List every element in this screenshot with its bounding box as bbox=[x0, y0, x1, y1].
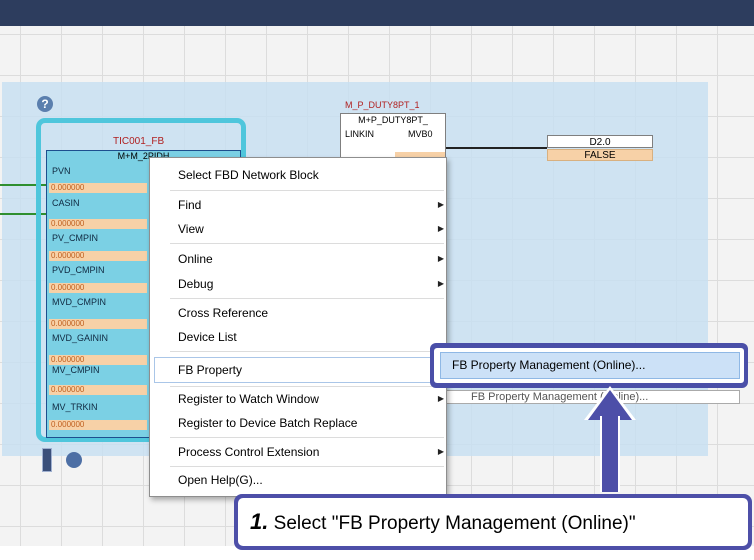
fb-instance-name: TIC001_FB bbox=[113, 136, 165, 147]
menu-item-label: View bbox=[178, 222, 204, 236]
menu-item-label: Debug bbox=[178, 277, 214, 291]
menu-separator bbox=[170, 298, 444, 299]
fb-pin-value: 0.000000 bbox=[49, 251, 147, 261]
submenu-arrow-icon: ▶ bbox=[437, 394, 444, 403]
fb-pin-value: 0.000000 bbox=[49, 319, 147, 329]
menu-item-label: Device List bbox=[178, 330, 237, 344]
menu-item-select-fbd-network-block[interactable]: Select FBD Network Block bbox=[178, 166, 438, 184]
submenu-arrow-icon: ▶ bbox=[437, 447, 444, 456]
instruction-text: 1. Select "FB Property Management (Onlin… bbox=[238, 498, 748, 546]
menu-item-label: Register to Watch Window bbox=[178, 392, 319, 406]
fb-pin-label: MVD_GAININ bbox=[52, 333, 109, 343]
fb-pin-label: MV_CMPIN bbox=[52, 365, 100, 375]
submenu-arrow-icon: ▶ bbox=[437, 254, 444, 263]
menu-item-find[interactable]: Find ▶ bbox=[178, 196, 444, 214]
output-wire bbox=[446, 147, 547, 149]
menu-item-register-to-watch-window[interactable]: Register to Watch Window ▶ bbox=[178, 390, 444, 408]
menu-separator bbox=[170, 437, 444, 438]
menu-item-label: Open Help(G)... bbox=[178, 473, 263, 487]
menu-separator bbox=[170, 351, 444, 352]
context-menu: Select FBD Network Block Find ▶ View ▶ Onl… bbox=[149, 157, 447, 497]
fb-pin-label: PV_CMPIN bbox=[52, 233, 99, 243]
gauge-icon[interactable] bbox=[66, 452, 83, 468]
fb2-type-name: M+P_DUTY8PT_ bbox=[358, 115, 428, 125]
fb-pin-label: MVD_CMPIN bbox=[52, 297, 107, 307]
fb-pin-label: PVD_CMPIN bbox=[52, 265, 105, 275]
menu-separator bbox=[170, 386, 444, 387]
submenu-arrow-icon: ▶ bbox=[437, 200, 444, 209]
submenu-arrow-icon: ▶ bbox=[437, 224, 444, 233]
fb-pin-label: CASIN bbox=[52, 198, 80, 208]
output-variable[interactable]: D2.0 bbox=[547, 135, 653, 148]
submenu-item-label: FB Property Management (Online)... bbox=[452, 358, 646, 372]
output-value: FALSE bbox=[547, 149, 653, 161]
menu-separator bbox=[170, 243, 444, 244]
menu-item-debug[interactable]: Debug ▶ bbox=[178, 275, 444, 293]
fb2-input-pin: LINKIN bbox=[345, 129, 375, 139]
fb-pin-label: PVN bbox=[52, 166, 71, 176]
menu-item-register-to-device-batch-replace[interactable]: Register to Device Batch Replace bbox=[178, 414, 438, 432]
menu-item-view[interactable]: View ▶ bbox=[178, 220, 444, 238]
menu-item-label: FB Property bbox=[178, 363, 243, 377]
menu-item-process-control-extension[interactable]: Process Control Extension ▶ bbox=[178, 443, 444, 461]
menu-item-online[interactable]: Online ▶ bbox=[178, 250, 444, 268]
fb-pin-value: 0.000000 bbox=[49, 283, 147, 293]
chart-icon[interactable] bbox=[42, 448, 52, 472]
menu-item-label: Cross Reference bbox=[178, 306, 269, 320]
menu-item-cross-reference[interactable]: Cross Reference bbox=[178, 304, 438, 322]
step-number: 1. bbox=[250, 509, 269, 534]
fb-pin-value: 0.000000 bbox=[49, 183, 147, 193]
fb2-instance-name: M_P_DUTY8PT_1 bbox=[345, 100, 420, 110]
menu-item-label: Register to Device Batch Replace bbox=[178, 416, 358, 430]
menu-item-label: Find bbox=[178, 198, 202, 212]
menu-item-device-list[interactable]: Device List bbox=[178, 328, 438, 346]
help-icon[interactable]: ? bbox=[37, 96, 53, 112]
menu-item-open-help[interactable]: Open Help(G)... bbox=[178, 471, 438, 489]
fb2-output-pin: MVB0 bbox=[408, 129, 433, 139]
callout-arrow-shaft bbox=[600, 416, 620, 492]
submenu-arrow-icon: ▶ bbox=[437, 279, 444, 288]
menu-separator bbox=[170, 466, 444, 467]
menu-item-label: Online bbox=[178, 252, 213, 266]
fb-pin-label: MV_TRKIN bbox=[52, 402, 98, 412]
menu-item-label: Process Control Extension bbox=[178, 445, 320, 459]
step-text: Select "FB Property Management (Online)" bbox=[273, 513, 636, 534]
fb-toolbar bbox=[42, 448, 83, 472]
menu-separator bbox=[170, 190, 444, 191]
fb-pin-value: 0.000000 bbox=[49, 355, 147, 365]
menu-item-label: Select FBD Network Block bbox=[178, 168, 319, 182]
menu-item-fb-property[interactable]: FB Property▶ bbox=[178, 361, 444, 379]
fb-pin-value: 0.000000 bbox=[49, 385, 147, 395]
title-bar bbox=[0, 0, 754, 26]
fb-pin-value: 0.000000 bbox=[49, 219, 147, 229]
fb-pin-value: 0.000000 bbox=[49, 420, 147, 430]
